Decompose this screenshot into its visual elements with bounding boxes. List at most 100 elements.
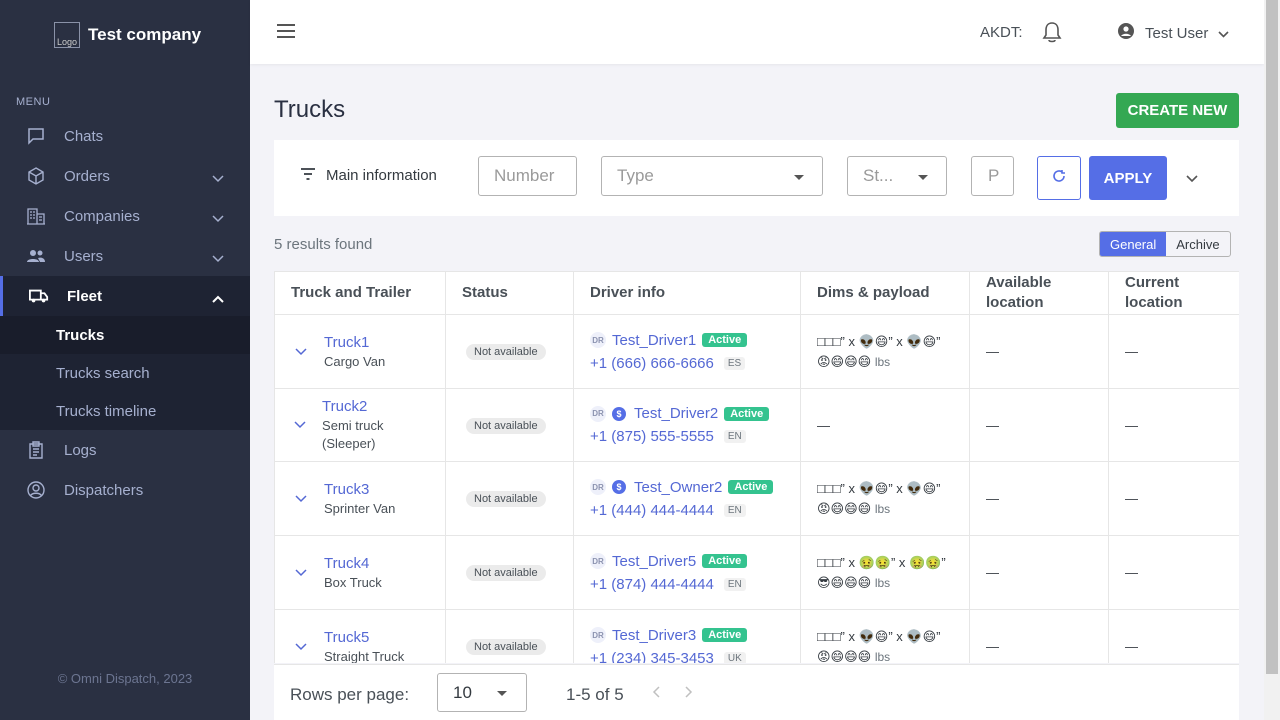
column-header[interactable]: Status (445, 271, 574, 315)
logo-alt-text: Logo (56, 37, 78, 47)
driver-name-link[interactable]: Test_Driver1 (612, 332, 696, 349)
truck-name-link[interactable]: Truck4 (324, 554, 382, 574)
column-header[interactable]: Dims & payload (800, 271, 970, 315)
trucks-table: Truck and Trailer Status Driver info Dim… (274, 271, 1239, 663)
driver-role-badge: DR (590, 479, 606, 495)
dimensions-value: □□□” x 🤢🤢” x 🤢🤢” (817, 554, 946, 570)
driver-phone-link[interactable]: +1 (666) 666-6666 (590, 355, 714, 372)
sidebar-item-chats[interactable]: Chats (0, 116, 250, 156)
chevron-down-icon[interactable] (1186, 170, 1198, 188)
truck-name-link[interactable]: Truck3 (324, 480, 395, 500)
expand-row-chevron-icon[interactable] (291, 568, 311, 577)
user-circle-icon (26, 480, 46, 500)
status-select[interactable]: St... (847, 156, 947, 196)
driver-status-badge: Active (724, 406, 770, 421)
driver-phone-link[interactable]: +1 (234) 345-3453 (590, 650, 714, 664)
sidebar-item-label: Orders (64, 167, 110, 185)
page-title: Trucks (274, 96, 346, 123)
scrollbar-thumb[interactable] (1266, 0, 1278, 674)
sidebar-item-fleet[interactable]: Fleet (0, 276, 250, 316)
user-menu[interactable]: Test User (1118, 23, 1229, 43)
main-information-toggle[interactable]: Main information (300, 167, 437, 184)
driver-name-link[interactable]: Test_Driver5 (612, 553, 696, 570)
driver-role-badge: DR (590, 332, 606, 348)
column-header[interactable]: Truck and Trailer (274, 271, 446, 315)
sidebar-subitem-trucks-search[interactable]: Trucks search (0, 354, 250, 392)
filter-icon (300, 167, 316, 184)
chevron-down-icon (212, 250, 224, 267)
refresh-icon (1052, 169, 1066, 188)
page-scrollbar[interactable] (1264, 0, 1280, 720)
expand-row-chevron-icon[interactable] (291, 494, 311, 503)
sidebar-item-users[interactable]: Users (0, 236, 250, 276)
available-location: — (969, 314, 1109, 389)
truck-type: Semi truck (Sleeper) (322, 418, 384, 451)
expand-row-chevron-icon[interactable] (291, 347, 311, 356)
driver-name-link[interactable]: Test_Owner2 (634, 479, 722, 496)
table-row[interactable]: Truck5 Straight Truck Not available DR Tes… (274, 609, 1239, 664)
view-general-button[interactable]: General (1100, 232, 1167, 256)
owner-dollar-icon: $ (612, 406, 626, 421)
current-location: — (1108, 609, 1239, 663)
apply-button[interactable]: APPLY (1089, 156, 1167, 200)
expand-row-chevron-icon[interactable] (291, 642, 311, 651)
driver-phone-link[interactable]: +1 (875) 555-5555 (590, 428, 714, 445)
chevron-left-icon[interactable] (652, 685, 660, 703)
table-row[interactable]: Truck3 Sprinter Van Not available DR $ Test… (274, 461, 1239, 536)
chevron-right-icon[interactable] (685, 685, 693, 703)
sidebar-item-logs[interactable]: Logs (0, 430, 250, 470)
driver-phone-link[interactable]: +1 (874) 444-4444 (590, 576, 714, 593)
available-location: — (969, 535, 1109, 610)
truck-type: Straight Truck (324, 648, 405, 664)
extra-filter-input[interactable]: P (971, 156, 1014, 196)
rows-per-page-select[interactable]: 10 (437, 673, 527, 712)
driver-name-link[interactable]: Test_Driver3 (612, 627, 696, 644)
current-location: — (1108, 535, 1239, 610)
truck-name-link[interactable]: Truck5 (324, 628, 404, 648)
table-row[interactable]: Truck2 Semi truck (Sleeper) Not available… (274, 388, 1239, 462)
view-toggle: General Archive (1099, 231, 1231, 257)
table-row[interactable]: Truck4 Box Truck Not available DR Test_Dri… (274, 535, 1239, 610)
create-new-button[interactable]: CREATE NEW (1116, 93, 1239, 128)
driver-phone-link[interactable]: +1 (444) 444-4444 (590, 502, 714, 519)
number-input[interactable]: Number (478, 156, 577, 196)
sidebar-item-dispatchers[interactable]: Dispatchers (0, 470, 250, 510)
sidebar-item-label: Logs (64, 441, 97, 459)
rows-per-page-label: Rows per page: (290, 685, 410, 704)
status-badge: Not available (466, 491, 546, 507)
number-placeholder: Number (494, 166, 555, 185)
driver-role-badge: DR (590, 553, 606, 569)
chevron-down-icon (212, 210, 224, 227)
truck-icon (29, 286, 49, 306)
truck-name-link[interactable]: Truck1 (324, 333, 385, 353)
type-select[interactable]: Type (601, 156, 823, 196)
driver-name-link[interactable]: Test_Driver2 (634, 405, 718, 422)
column-header[interactable]: Driver info (573, 271, 801, 315)
expand-row-chevron-icon[interactable] (291, 421, 309, 429)
driver-status-badge: Active (702, 333, 748, 347)
driver-status-badge: Active (702, 554, 748, 568)
refresh-button[interactable] (1037, 156, 1081, 200)
sidebar-item-label: Chats (64, 127, 104, 145)
driver-role-badge: DR (590, 627, 606, 643)
extra-placeholder: P (988, 166, 1000, 185)
bell-icon[interactable] (1042, 21, 1062, 48)
building-icon (26, 206, 46, 226)
sidebar-subitem-trucks-timeline[interactable]: Trucks timeline (0, 392, 250, 430)
table-row[interactable]: Truck1 Cargo Van Not available DR Test_Dri… (274, 314, 1239, 389)
payload-unit: lbs (874, 501, 891, 516)
column-header[interactable]: Current location (1108, 271, 1239, 315)
sidebar-item-companies[interactable]: Companies (0, 196, 250, 236)
language-badge: EN (723, 577, 746, 591)
sidebar-item-orders[interactable]: Orders (0, 156, 250, 196)
column-header[interactable]: Available location (969, 271, 1109, 315)
available-location: — (969, 609, 1109, 663)
truck-name-link[interactable]: Truck2 (322, 397, 429, 417)
brand[interactable]: Logo Test company (0, 0, 250, 70)
sidebar-subitem-trucks[interactable]: Trucks (0, 316, 250, 354)
clipboard-icon (26, 440, 46, 460)
payload-value: 😡😄😄😄 (817, 353, 872, 369)
view-archive-button[interactable]: Archive (1166, 232, 1229, 256)
menu-icon[interactable] (276, 23, 296, 44)
sidebar-item-label: Fleet (67, 287, 103, 305)
